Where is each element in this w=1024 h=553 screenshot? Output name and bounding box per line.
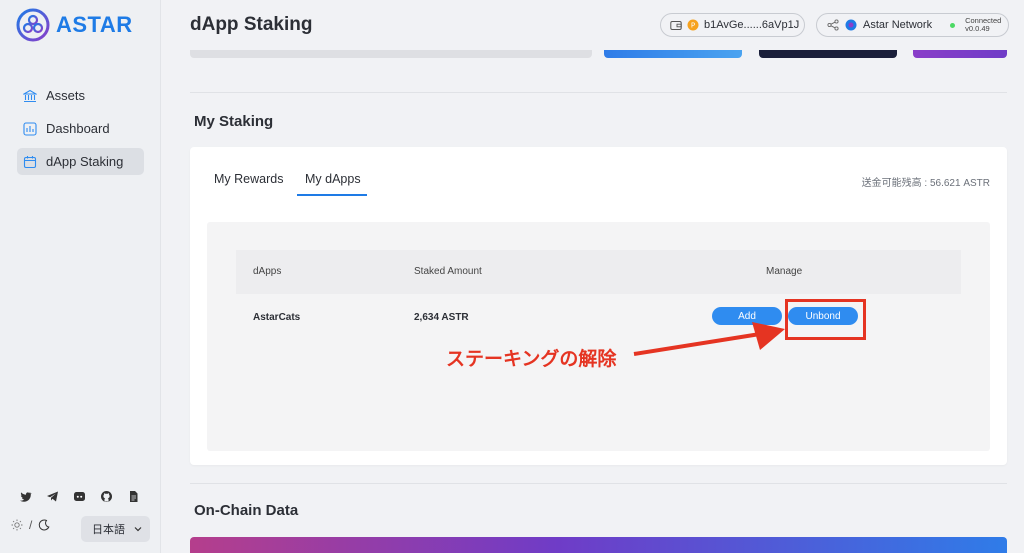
theme-separator: / [29, 518, 33, 532]
unbond-highlight-box [785, 299, 866, 340]
sidebar-item-assets[interactable]: Assets [17, 82, 144, 109]
sidebar-item-label: Dashboard [46, 121, 110, 136]
sidebar: ASTAR Assets Dashboard dApp Staking / 日本… [0, 0, 161, 553]
on-chain-data-title: On-Chain Data [194, 502, 299, 519]
annotation-arrow-icon [633, 322, 785, 356]
column-header-manage: Manage [766, 266, 803, 277]
annotation-label: ステーキングの解除 [446, 349, 617, 370]
language-value: 日本語 [92, 524, 125, 536]
astar-logo-icon [16, 8, 50, 42]
sidebar-item-label: dApp Staking [46, 154, 124, 169]
tab-my-rewards[interactable]: My Rewards [214, 172, 283, 186]
table-header: dApps Staked Amount Manage [236, 250, 961, 294]
network-button[interactable]: Astar Network Connected v0.0.49 [816, 13, 1009, 37]
banner-strip-4 [913, 50, 1007, 58]
sidebar-item-dashboard[interactable]: Dashboard [17, 115, 144, 142]
connection-status-dot [950, 22, 956, 28]
logo[interactable]: ASTAR [16, 8, 133, 42]
section-divider [190, 483, 1007, 484]
staked-amount: 2,634 ASTR [414, 312, 469, 323]
banner-strip-3 [759, 50, 897, 58]
chevron-down-icon [134, 527, 142, 532]
banner-strip-1 [190, 50, 592, 58]
page-title: dApp Staking [190, 14, 313, 35]
moon-icon[interactable] [38, 519, 50, 531]
active-tab-indicator [297, 194, 367, 196]
network-name: Astar Network [863, 19, 933, 31]
transferable-balance: 送金可能残高 : 56.621 ASTR [861, 178, 990, 189]
sidebar-item-label: Assets [46, 88, 86, 103]
sidebar-item-dapp-staking[interactable]: dApp Staking [17, 148, 144, 175]
github-icon[interactable] [100, 490, 113, 503]
staking-card: My Rewards My dApps 送金可能残高 : 56.621 ASTR… [190, 147, 1007, 465]
banner-strip-2 [604, 50, 742, 58]
wallet-icon [670, 20, 682, 30]
wallet-address: b1AvGe......6aVp1J [704, 19, 800, 31]
connection-info: Connected v0.0.49 [965, 17, 1001, 33]
on-chain-banner [190, 537, 1007, 553]
twitter-icon[interactable] [19, 490, 32, 503]
app-version: v0.0.49 [965, 24, 990, 33]
astar-network-icon [845, 19, 857, 31]
bank-icon [23, 89, 37, 102]
telegram-icon[interactable] [46, 490, 59, 503]
my-staking-title: My Staking [194, 113, 274, 130]
column-header-staked-amount: Staked Amount [414, 266, 482, 277]
discord-icon[interactable] [73, 490, 86, 503]
sun-icon[interactable] [11, 519, 23, 531]
section-divider [190, 92, 1007, 93]
calendar-icon [23, 155, 37, 168]
sidebar-nav: Assets Dashboard dApp Staking [17, 82, 144, 181]
brand-name: ASTAR [56, 12, 133, 37]
tab-my-dapps[interactable]: My dApps [305, 172, 361, 186]
svg-text:P: P [691, 22, 695, 30]
wallet-button[interactable]: P b1AvGe......6aVp1J [660, 13, 805, 37]
dapp-name: AstarCats [253, 312, 301, 323]
social-links [19, 490, 140, 503]
chart-icon [23, 121, 37, 136]
language-select[interactable]: 日本語 [81, 516, 150, 542]
polkadot-account-icon: P [687, 19, 699, 31]
column-header-dapps: dApps [253, 266, 282, 277]
header: dApp Staking P b1AvGe......6aVp1J Astar … [161, 0, 1024, 50]
theme-switch: / [11, 518, 50, 532]
dapps-table-panel: dApps Staked Amount Manage AstarCats 2,6… [207, 222, 990, 451]
share-network-icon [827, 19, 839, 31]
document-icon[interactable] [127, 490, 140, 503]
